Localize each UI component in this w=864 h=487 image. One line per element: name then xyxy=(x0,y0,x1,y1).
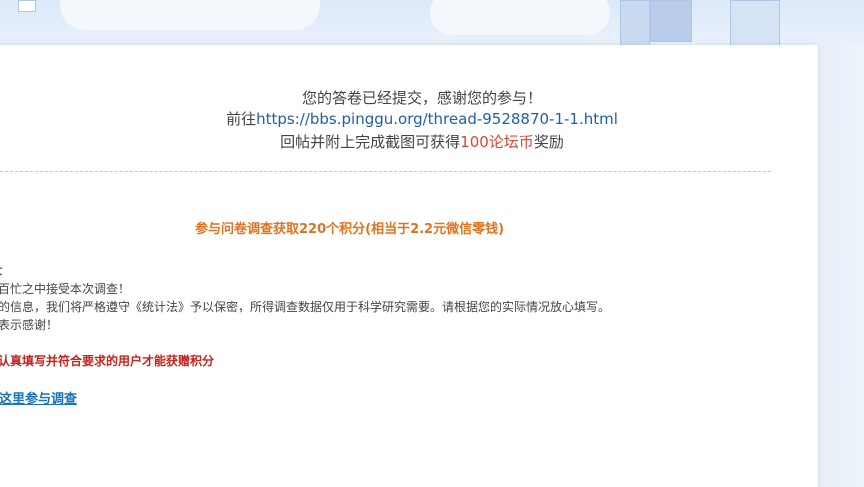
reward-suffix: 奖励 xyxy=(533,133,564,151)
submission-message: 您的答卷已经提交，感谢您的参与！ xyxy=(0,87,854,108)
survey-thanks-line: 在百忙之中接受本次调查！ xyxy=(0,282,131,296)
survey-greeting: 友： xyxy=(0,262,10,279)
goto-line: 前往https://bbs.pinggu.org/thread-9528870-… xyxy=(0,108,854,129)
decorative-book-illustration xyxy=(620,0,650,48)
survey-gratitude-line: 您表示感谢！ xyxy=(0,318,59,332)
survey-subtitle: 参与问卷调查获取220个积分(相当于2.2元微信零钱) xyxy=(195,222,505,237)
reward-amount: 100论坛币 xyxy=(460,133,534,151)
reward-line: 回帖并附上完成截图可获得100论坛币奖励 xyxy=(0,131,854,152)
join-survey-link[interactable]: 击这里参与调查 xyxy=(0,388,77,407)
survey-warning: 真认真填写并符合要求的用户才能获赠积分 xyxy=(0,354,215,368)
thread-link[interactable]: https://bbs.pinggu.org/thread-9528870-1-… xyxy=(256,110,618,128)
reward-prefix: 回帖并附上完成截图可获得 xyxy=(280,133,461,151)
decorative-book-illustration xyxy=(650,0,692,42)
decorative-cloud xyxy=(430,0,610,35)
submitted-text: 您的答卷已经提交，感谢您的参与！ xyxy=(301,89,542,107)
survey-privacy-line: 写的信息，我们将严格遵守《统计法》予以保密，所得调查数据仅用于科学研究需要。请根… xyxy=(0,300,611,314)
decorative-book-illustration xyxy=(18,0,36,12)
goto-prefix: 前往 xyxy=(226,110,257,128)
decorative-cloud xyxy=(60,0,320,30)
dashed-divider xyxy=(0,171,771,172)
decorative-book-illustration xyxy=(730,0,780,46)
